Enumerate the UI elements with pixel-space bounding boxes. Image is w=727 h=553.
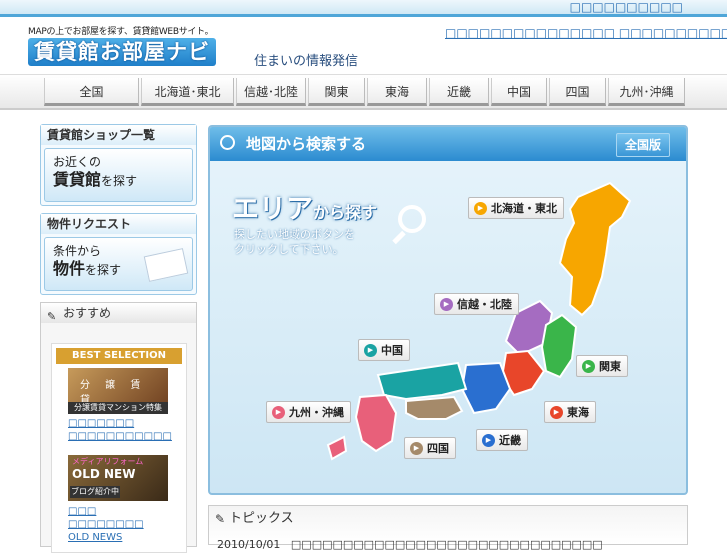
nav-chugoku[interactable]: 中国: [491, 78, 547, 106]
rec-link[interactable]: □□□□□□□: [68, 417, 186, 430]
btn-chugoku-label: 中国: [381, 344, 403, 357]
nav-shikoku[interactable]: 四国: [549, 78, 606, 106]
topics-title-text: トピックス: [229, 511, 294, 526]
header-links[interactable]: □□□□□□□□□□□□□□□ □□□□□□□□□□□□: [445, 26, 727, 40]
btn-kyushu-okinawa-label: 九州・沖縄: [289, 406, 344, 419]
recommend-title-text: おすすめ: [63, 306, 112, 320]
btn-chugoku[interactable]: ▶ 中国: [358, 339, 410, 361]
region-shape-kyushu-okinawa: [354, 393, 398, 453]
best-selection-title: BEST SELECTION: [56, 348, 182, 364]
nav-kyushu-okinawa[interactable]: 九州･沖縄: [608, 78, 685, 106]
region-shape-kinki: [460, 361, 512, 415]
envelope-icon: [143, 248, 189, 282]
region-shape-chugoku: [376, 361, 468, 401]
rec-link[interactable]: OLD NEWS: [68, 531, 186, 544]
thumb-oldnew-top: メディアリフォーム: [72, 457, 144, 466]
nav-tokai[interactable]: 東海: [367, 78, 427, 106]
thumb-bunjo-caption: 分譲賃貸マンション特集: [68, 402, 168, 414]
btn-hokkaido-tohoku-label: 北海道・東北: [491, 202, 557, 215]
recommend-title: ✎ おすすめ: [41, 303, 196, 323]
top-bar: □□□□□□□□□□: [0, 0, 727, 17]
request-search-button[interactable]: 条件から 物件を探す: [44, 237, 193, 291]
btn-tokai-label: 東海: [567, 406, 589, 419]
btn-tokai[interactable]: ▶ 東海: [544, 401, 596, 423]
request-card-strong: 物件: [53, 259, 86, 278]
region-nav: 全国 北海道･東北 信越･北陸 関東 東海 近畿 中国 四国 九州･沖縄: [0, 74, 727, 110]
nav-hokkaido-tohoku[interactable]: 北海道･東北: [141, 78, 234, 106]
shop-title: 賃貸館ショップ一覧: [41, 125, 196, 145]
rec-link[interactable]: □□□: [68, 505, 186, 518]
play-icon: ▶: [550, 406, 563, 419]
region-shape-okinawa: [326, 435, 348, 461]
request-box: 物件リクエスト 条件から 物件を探す: [40, 213, 197, 295]
rec-link[interactable]: □□□□□□□□: [68, 518, 186, 531]
btn-shikoku-label: 四国: [427, 442, 449, 455]
btn-kinki-label: 近畿: [499, 434, 521, 447]
btn-kyushu-okinawa[interactable]: ▶ 九州・沖縄: [266, 401, 351, 423]
btn-shinetsu-hokuriku[interactable]: ▶ 信越・北陸: [434, 293, 519, 315]
shop-card-strong: 賃貸館: [53, 170, 102, 189]
region-shape-shikoku: [405, 395, 464, 420]
request-title: 物件リクエスト: [41, 214, 196, 234]
request-card-line2: を探す: [85, 263, 122, 277]
nav-zenkoku[interactable]: 全国: [44, 78, 139, 106]
btn-kanto-label: 関東: [599, 360, 621, 373]
recommend-box: ✎ おすすめ BEST SELECTION 分 譲 賃 貸 分譲賃貸マンション特集…: [40, 302, 197, 553]
top-links[interactable]: □□□□□□□□□□: [570, 0, 683, 15]
nav-kinki[interactable]: 近畿: [429, 78, 489, 106]
btn-kanto[interactable]: ▶ 関東: [576, 355, 628, 377]
header: MAPの上でお部屋を探す、賃貸館WEBサイト。 賃貸館お部屋ナビ 住まいの情報発…: [0, 20, 727, 72]
play-icon: ▶: [364, 344, 377, 357]
region-shape-hokkaido-tohoku: [558, 181, 632, 317]
nav-kanto[interactable]: 関東: [308, 78, 365, 106]
play-icon: ▶: [482, 434, 495, 447]
logo-text: 賃貸館お部屋ナビ: [28, 38, 216, 66]
play-icon: ▶: [272, 406, 285, 419]
btn-shinetsu-hokuriku-label: 信越・北陸: [457, 298, 512, 311]
logo[interactable]: MAPの上でお部屋を探す、賃貸館WEBサイト。 賃貸館お部屋ナビ 住まいの情報発…: [28, 24, 358, 69]
thumb-oldnew[interactable]: メディアリフォーム OLD NEW ブログ紹介中: [68, 455, 168, 501]
btn-hokkaido-tohoku[interactable]: ▶ 北海道・東北: [468, 197, 564, 219]
best-selection: BEST SELECTION 分 譲 賃 貸 分譲賃貸マンション特集 □□□□□…: [51, 343, 187, 553]
play-icon: ▶: [474, 202, 487, 215]
play-icon: ▶: [410, 442, 423, 455]
shop-search-button[interactable]: お近くの 賃貸館を探す: [44, 148, 193, 202]
topics-box: ✎ トピックス 2010/10/01 □□□□□□□□□□□□□□□□□□□□□□…: [208, 505, 688, 551]
btn-shikoku[interactable]: ▶ 四国: [404, 437, 456, 459]
tagline: MAPの上でお部屋を探す、賃貸館WEBサイト。: [28, 27, 214, 37]
thumb-oldnew-caption: ブログ紹介中: [70, 486, 120, 498]
shop-card-line1: お近くの: [53, 155, 102, 169]
thumb-bunjo[interactable]: 分 譲 賃 貸 分譲賃貸マンション特集: [68, 368, 168, 414]
play-icon: ▶: [582, 360, 595, 373]
topics-title: ✎ トピックス: [209, 506, 687, 532]
region-shape-kanto: [540, 313, 578, 379]
btn-kinki[interactable]: ▶ 近畿: [476, 429, 528, 451]
pencil-icon: ✎: [215, 512, 226, 526]
play-icon: ▶: [440, 298, 453, 311]
shop-box: 賃貸館ショップ一覧 お近くの 賃貸館を探す: [40, 124, 197, 206]
subtitle: 住まいの情報発信: [254, 54, 359, 69]
nav-shinetsu-hokuriku[interactable]: 信越･北陸: [236, 78, 306, 106]
pencil-icon: ✎: [47, 310, 57, 323]
map-panel: 地図から検索する 全国版 エリアから探す 探したい地域のボタンを クリックして下さ…: [208, 125, 688, 495]
shop-card-line2: を探す: [101, 174, 138, 188]
request-card-line1: 条件から: [53, 244, 102, 258]
thumb-oldnew-main: OLD NEW: [72, 467, 136, 481]
rec-link[interactable]: □□□□□□□□□□□: [68, 430, 186, 443]
